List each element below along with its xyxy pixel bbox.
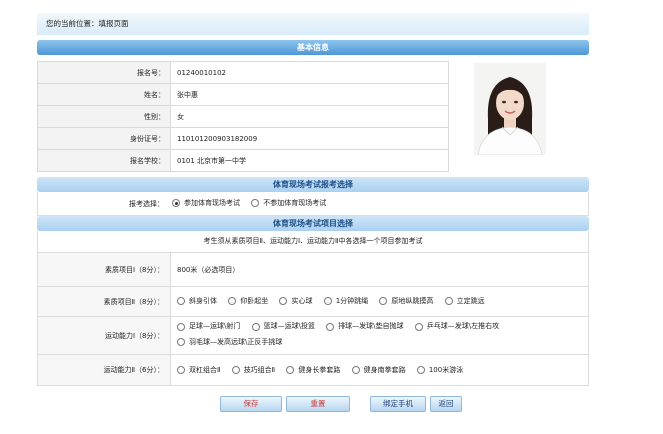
- radio-selected-icon[interactable]: [172, 199, 180, 207]
- table-row: 报名学校： 0101 北京市第一中学: [37, 149, 449, 172]
- field-label: 身份证号：: [37, 127, 171, 150]
- items-table: 素质项目Ⅰ（8分）： 800米（必选项目） 素质项目Ⅱ（8分）： 斜身引体 仰卧…: [37, 252, 589, 386]
- radio-icon[interactable]: [177, 297, 185, 305]
- item-options: 双杠组合Ⅱ 技巧组合Ⅱ 健身长拳套路 健身南拳套路 100米游泳: [170, 354, 589, 386]
- radio-icon[interactable]: [414, 322, 423, 331]
- exam-choice-label: 报考选择：: [129, 199, 164, 208]
- table-row: 报名号： 01240010102: [37, 61, 449, 84]
- option-item[interactable]: 篮球—运球\投篮: [251, 320, 315, 333]
- field-label: 性别：: [37, 105, 171, 128]
- bind-phone-button[interactable]: 绑定手机: [370, 396, 426, 412]
- option-item[interactable]: 足球—运球\射门: [177, 320, 240, 333]
- field-value: 0101 北京市第一中学: [170, 149, 449, 172]
- radio-icon[interactable]: [251, 322, 260, 331]
- option-item[interactable]: 100米游泳: [416, 365, 463, 375]
- option-item[interactable]: 乒乓球—发球\左推右攻: [414, 320, 499, 333]
- option-item[interactable]: 双杠组合Ⅱ: [177, 365, 220, 375]
- option-item[interactable]: 立定跳远: [444, 296, 485, 306]
- field-value: 01240010102: [170, 61, 449, 84]
- radio-skip-exam[interactable]: 不参加体育现场考试: [251, 198, 326, 208]
- item-label: 素质项目Ⅰ（8分）：: [37, 252, 171, 287]
- page: { "breadcrumb": {"text": "您的当前位置：填报页面"},…: [0, 0, 663, 434]
- radio-icon[interactable]: [379, 297, 388, 305]
- back-button[interactable]: 返回: [430, 396, 462, 412]
- option-item[interactable]: 排球—发球\垫自抛球: [326, 320, 404, 333]
- table-row: 运动能力Ⅰ（8分）： 足球—运球\射门 篮球—运球\投篮 排球—发球\垫自抛球 …: [37, 316, 589, 355]
- radio-icon[interactable]: [177, 365, 185, 374]
- radio-icon[interactable]: [228, 297, 237, 305]
- option-item[interactable]: 健身南拳套路: [351, 365, 406, 375]
- field-label: 报名号：: [37, 61, 171, 84]
- field-label: 报名学校：: [37, 149, 171, 172]
- radio-icon[interactable]: [279, 297, 288, 305]
- field-label: 姓名：: [37, 83, 171, 106]
- table-row: 素质项目Ⅰ（8分）： 800米（必选项目）: [37, 252, 589, 287]
- option-item[interactable]: 斜身引体: [177, 296, 217, 306]
- item-label: 运动能力Ⅱ（6分）：: [37, 354, 171, 386]
- radio-icon[interactable]: [351, 365, 360, 374]
- option-item[interactable]: 羽毛球—发高远球\正反手挑球: [177, 336, 282, 349]
- radio-attend-exam[interactable]: 参加体育现场考试: [172, 198, 240, 208]
- item-label: 运动能力Ⅰ（8分）：: [37, 316, 171, 355]
- basic-info-header: 基本信息: [37, 40, 589, 55]
- exam-choice-row: 报考选择： 参加体育现场考试 不参加体育现场考试: [37, 192, 589, 216]
- option-item[interactable]: 仰卧起坐: [228, 296, 268, 306]
- radio-icon[interactable]: [177, 338, 185, 346]
- table-row: 素质项目Ⅱ（8分）： 斜身引体 仰卧起坐 实心球 1分钟跳绳 原地纵跳摸高 立定…: [37, 286, 589, 317]
- reset-button[interactable]: 重置: [286, 396, 350, 412]
- item-choice-header: 体育现场考试项目选择: [37, 216, 589, 231]
- radio-icon[interactable]: [323, 297, 332, 305]
- field-value: 女: [170, 105, 449, 128]
- basic-info-table: 报名号： 01240010102 姓名： 张中惠 性别：女 身份证号： 1101012…: [37, 61, 449, 172]
- radio-icon[interactable]: [251, 199, 260, 207]
- table-row: 运动能力Ⅱ（6分）： 双杠组合Ⅱ 技巧组合Ⅱ 健身长拳套路 健身南拳套路 100…: [37, 354, 589, 386]
- option-item[interactable]: 原地纵跳摸高: [379, 296, 433, 306]
- option-item[interactable]: 技巧组合Ⅱ: [231, 365, 275, 375]
- action-buttons: 保存 重置 绑定手机 返回: [0, 396, 663, 412]
- exam-choice-options: 参加体育现场考试 不参加体育现场考试: [170, 198, 335, 209]
- radio-icon[interactable]: [416, 365, 425, 374]
- save-button[interactable]: 保存: [220, 396, 282, 412]
- exam-choice-header: 体育现场考试报考选择: [37, 177, 589, 192]
- option-item[interactable]: 实心球: [279, 296, 312, 306]
- radio-icon[interactable]: [326, 322, 335, 331]
- portrait-image: [474, 62, 546, 155]
- item-value: 800米（必选项目）: [170, 252, 589, 287]
- radio-icon[interactable]: [177, 322, 185, 331]
- item-options: 斜身引体 仰卧起坐 实心球 1分钟跳绳 原地纵跳摸高 立定跳远: [170, 286, 589, 317]
- field-value: 张中惠: [170, 83, 449, 106]
- radio-icon[interactable]: [286, 365, 295, 374]
- form-container: 您的当前位置：填报页面 基本信息 报名号： 01240010102 姓名： 张中惠 …: [37, 13, 589, 386]
- option-item[interactable]: 1分钟跳绳: [323, 296, 368, 306]
- item-options: 足球—运球\射门 篮球—运球\投篮 排球—发球\垫自抛球 乒乓球—发球\左推右攻…: [170, 316, 589, 355]
- student-photo: [472, 61, 548, 156]
- basic-info-section: 报名号： 01240010102 姓名： 张中惠 性别：女 身份证号： 1101012…: [37, 61, 589, 172]
- table-row: 性别：女: [37, 105, 449, 128]
- table-row: 姓名： 张中惠: [37, 83, 449, 106]
- radio-icon[interactable]: [231, 365, 240, 374]
- item-choice-notice: 考生须从素质项目Ⅱ、运动能力Ⅰ、运动能力Ⅱ中各选择一个项目参加考试: [37, 231, 589, 252]
- table-row: 身份证号： 110101200903182009: [37, 127, 449, 150]
- field-value: 110101200903182009: [170, 127, 449, 150]
- item-label: 素质项目Ⅱ（8分）：: [37, 286, 171, 317]
- radio-icon[interactable]: [444, 297, 453, 305]
- option-item[interactable]: 健身长拳套路: [286, 365, 340, 375]
- breadcrumb: 您的当前位置：填报页面: [37, 13, 589, 35]
